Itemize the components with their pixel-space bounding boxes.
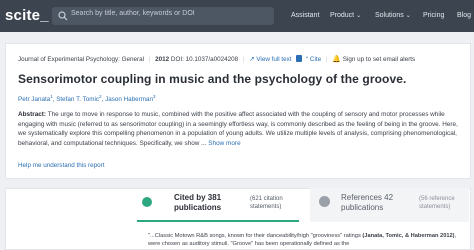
references-label[interactable]: References 42 publications — [341, 193, 413, 212]
view-full-text-link[interactable]: View full text — [256, 56, 291, 63]
cited-by-label[interactable]: Cited by 381 publications — [174, 193, 246, 212]
divider: | — [148, 56, 151, 63]
tab-references[interactable]: References 42 publications (56 reference… — [310, 188, 469, 222]
divider: | — [242, 56, 245, 63]
nav-solutions-label[interactable]: Solutions — [375, 12, 404, 19]
search-bar[interactable]: Search by title, author, keywords or DOI — [52, 7, 274, 25]
citation-snippet: "...Classic Motown R&B songs, known for … — [148, 232, 468, 248]
help-understand-link[interactable]: Help me understand this report — [18, 162, 104, 169]
bell-icon: 🔔 — [332, 56, 341, 63]
cited-by-statements: (621 citation statements) — [250, 196, 283, 210]
divider: | — [325, 56, 328, 63]
citation-reference: (Janata, Tomic, & Haberman 2012) — [362, 233, 455, 239]
show-more-link[interactable]: Show more — [208, 140, 240, 147]
nav-assistant[interactable]: Assistant — [291, 12, 319, 19]
doi[interactable]: DOI: 10.1037/a0024208 — [171, 56, 238, 63]
publication-year: 2012 — [155, 56, 170, 63]
quote-icon[interactable]: “ — [306, 56, 308, 63]
author-link[interactable]: Petr Janata — [18, 96, 50, 103]
author-link[interactable]: Stefan T. Tomic — [56, 96, 99, 103]
email-alert-link[interactable]: Sign up to set email alerts — [343, 56, 415, 63]
quote-bubble-icon — [319, 196, 330, 207]
author-list: Petr Janata1, Stefan T. Tomic2, Jason Ha… — [18, 94, 156, 104]
nav-product[interactable]: Product ⌄ — [330, 12, 361, 19]
pdf-icon[interactable] — [296, 55, 303, 62]
article-title: Sensorimotor coupling in music and the p… — [18, 72, 407, 86]
quote-bubble-icon — [142, 197, 152, 207]
nav-solutions[interactable]: Solutions ⌄ — [375, 12, 411, 19]
scite-logo[interactable]: scite_ — [5, 7, 49, 24]
nav-blog[interactable]: Blog — [457, 12, 471, 19]
nav-pricing[interactable]: Pricing — [423, 12, 444, 19]
top-navigation-bar: scite_ Search by title, author, keywords… — [0, 0, 474, 32]
author-affiliation-number: 2 — [99, 94, 102, 99]
nav-product-label[interactable]: Product — [330, 12, 354, 19]
abstract: Abstract: The urge to move in response t… — [18, 110, 458, 148]
author-affiliation-number: 1 — [50, 94, 53, 99]
chevron-down-icon: ⌄ — [405, 13, 411, 19]
active-tab-indicator — [137, 220, 299, 222]
search-icon — [58, 11, 68, 21]
references-statements: (56 reference statements) — [419, 196, 455, 210]
journal-name[interactable]: Journal of Experimental Psychology: Gene… — [18, 56, 144, 63]
search-placeholder[interactable]: Search by title, author, keywords or DOI — [71, 10, 195, 17]
external-link-icon: ↗ — [249, 56, 255, 63]
abstract-label: Abstract: — [18, 111, 47, 118]
author-affiliation-number: 3 — [153, 94, 156, 99]
citation-text: "...Classic Motown R&B songs, known for … — [148, 233, 363, 239]
author-link[interactable]: Jason Haberman — [105, 96, 153, 103]
cite-button[interactable]: Cite — [310, 56, 321, 63]
article-meta-row: Journal of Experimental Psychology: Gene… — [18, 55, 415, 63]
tab-cited-by[interactable]: Cited by 381 publications (621 citation … — [137, 188, 299, 222]
chevron-down-icon: ⌄ — [356, 13, 362, 19]
